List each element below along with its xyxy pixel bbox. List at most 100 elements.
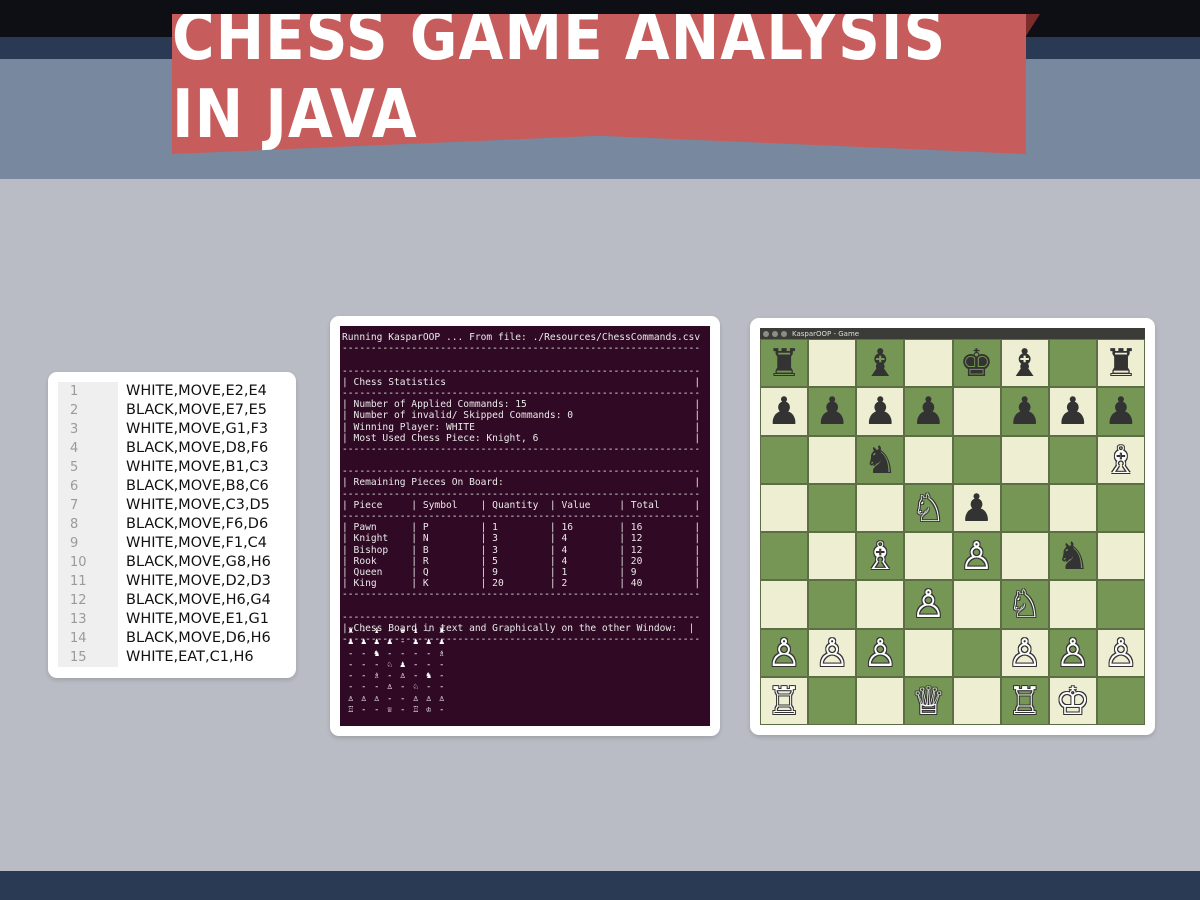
board-square[interactable] (856, 676, 905, 725)
board-square[interactable] (952, 676, 1001, 725)
chess-piece-icon[interactable]: ♟ (960, 489, 994, 527)
board-square[interactable]: ♗ (856, 532, 905, 581)
chess-piece-icon[interactable]: ♟ (1104, 392, 1138, 430)
board-square[interactable]: ♟ (1096, 387, 1145, 436)
board-square[interactable]: ♟ (952, 483, 1001, 532)
board-square[interactable] (1096, 483, 1145, 532)
board-square[interactable] (808, 676, 857, 725)
chess-board[interactable]: ♜ ♝ ♚ ♝ ♜ ♟ ♟ ♟ ♟ ♟ ♟ ♟ ♞ ♗ ♘ ♟ ♗ ♙ ♞ ♙ ♘ ♙ ♙ ♙ ♙ ♙ ♙ ♖ ♕ ♖ ♔ (760, 339, 1145, 725)
chess-piece-icon[interactable]: ♔ (1056, 682, 1090, 720)
chess-piece-icon[interactable]: ♙ (1056, 634, 1090, 672)
board-square[interactable]: ♟ (1048, 387, 1097, 436)
board-square[interactable]: ♖ (760, 676, 809, 725)
chess-piece-icon[interactable]: ♖ (1008, 682, 1042, 720)
board-square[interactable] (904, 435, 953, 484)
chess-piece-icon[interactable]: ♟ (863, 392, 897, 430)
chess-piece-icon[interactable]: ♟ (1056, 392, 1090, 430)
board-square[interactable] (952, 387, 1001, 436)
board-square[interactable] (952, 435, 1001, 484)
board-square[interactable]: ♙ (1048, 628, 1097, 677)
chess-piece-icon[interactable]: ♙ (1104, 634, 1138, 672)
board-square[interactable] (904, 339, 953, 388)
board-square[interactable] (1096, 532, 1145, 581)
board-square[interactable]: ♙ (952, 532, 1001, 581)
board-square[interactable] (856, 483, 905, 532)
csv-editor[interactable]: 1 WHITE,MOVE,E2,E4 2 BLACK,MOVE,E7,E5 3 WHITE… (58, 382, 286, 668)
board-square[interactable]: ♝ (1000, 339, 1049, 388)
chess-piece-icon[interactable]: ♜ (767, 344, 801, 382)
board-square[interactable]: ♖ (1000, 676, 1049, 725)
board-square[interactable] (904, 532, 953, 581)
chess-piece-icon[interactable]: ♟ (911, 392, 945, 430)
chess-piece-icon[interactable]: ♙ (767, 634, 801, 672)
board-square[interactable]: ♟ (856, 387, 905, 436)
chess-piece-icon[interactable]: ♟ (815, 392, 849, 430)
chess-piece-icon[interactable]: ♜ (1104, 344, 1138, 382)
board-square[interactable]: ♙ (856, 628, 905, 677)
board-square[interactable] (760, 580, 809, 629)
board-square[interactable]: ♞ (1048, 532, 1097, 581)
chess-piece-icon[interactable]: ♙ (863, 634, 897, 672)
board-square[interactable]: ♙ (808, 628, 857, 677)
board-square[interactable]: ♘ (1000, 580, 1049, 629)
chess-piece-icon[interactable]: ♘ (911, 489, 945, 527)
board-square[interactable]: ♙ (904, 580, 953, 629)
board-square[interactable] (856, 580, 905, 629)
chess-piece-icon[interactable]: ♕ (911, 682, 945, 720)
minimize-dot-icon[interactable] (772, 330, 778, 337)
board-square[interactable] (808, 339, 857, 388)
chess-piece-icon[interactable]: ♘ (1008, 585, 1042, 623)
board-square[interactable] (1048, 435, 1097, 484)
board-square[interactable]: ♘ (904, 483, 953, 532)
chess-piece-icon[interactable]: ♖ (767, 682, 801, 720)
board-square[interactable]: ♚ (952, 339, 1001, 388)
board-square[interactable]: ♟ (1000, 387, 1049, 436)
board-square[interactable]: ♟ (760, 387, 809, 436)
board-square[interactable]: ♙ (1096, 628, 1145, 677)
board-square[interactable]: ♗ (1096, 435, 1145, 484)
board-square[interactable] (808, 580, 857, 629)
board-square[interactable] (1000, 532, 1049, 581)
chess-piece-icon[interactable]: ♗ (863, 537, 897, 575)
board-square[interactable] (1048, 483, 1097, 532)
terminal-window[interactable]: Running KasparOOP ... From file: ./Resou… (340, 326, 710, 726)
board-square[interactable] (1048, 339, 1097, 388)
board-square[interactable] (1096, 580, 1145, 629)
chess-piece-icon[interactable]: ♙ (911, 585, 945, 623)
close-dot-icon[interactable] (763, 330, 769, 337)
board-square[interactable] (808, 532, 857, 581)
board-square[interactable] (760, 435, 809, 484)
board-square[interactable]: ♟ (904, 387, 953, 436)
board-square[interactable]: ♜ (1096, 339, 1145, 388)
chess-piece-icon[interactable]: ♙ (1008, 634, 1042, 672)
board-square[interactable]: ♕ (904, 676, 953, 725)
chess-piece-icon[interactable]: ♝ (863, 344, 897, 382)
chess-piece-icon[interactable]: ♟ (767, 392, 801, 430)
chess-piece-icon[interactable]: ♞ (1056, 537, 1090, 575)
chess-piece-icon[interactable]: ♟ (1008, 392, 1042, 430)
maximize-dot-icon[interactable] (781, 330, 787, 337)
board-square[interactable]: ♔ (1048, 676, 1097, 725)
board-square[interactable]: ♙ (1000, 628, 1049, 677)
chess-piece-icon[interactable]: ♝ (1008, 344, 1042, 382)
board-square[interactable] (904, 628, 953, 677)
board-square[interactable] (1000, 483, 1049, 532)
chess-piece-icon[interactable]: ♞ (863, 441, 897, 479)
board-square[interactable]: ♞ (856, 435, 905, 484)
board-square[interactable]: ♟ (808, 387, 857, 436)
board-square[interactable]: ♜ (760, 339, 809, 388)
board-square[interactable]: ♙ (760, 628, 809, 677)
board-square[interactable] (1048, 580, 1097, 629)
board-square[interactable] (1096, 676, 1145, 725)
board-square[interactable] (760, 532, 809, 581)
chess-piece-icon[interactable]: ♗ (1104, 441, 1138, 479)
board-square[interactable] (808, 483, 857, 532)
chess-piece-icon[interactable]: ♙ (960, 537, 994, 575)
chess-piece-icon[interactable]: ♚ (960, 344, 994, 382)
board-square[interactable] (1000, 435, 1049, 484)
board-square[interactable]: ♝ (856, 339, 905, 388)
board-square[interactable] (952, 628, 1001, 677)
chess-piece-icon[interactable]: ♙ (815, 634, 849, 672)
board-square[interactable] (952, 580, 1001, 629)
board-square[interactable] (760, 483, 809, 532)
